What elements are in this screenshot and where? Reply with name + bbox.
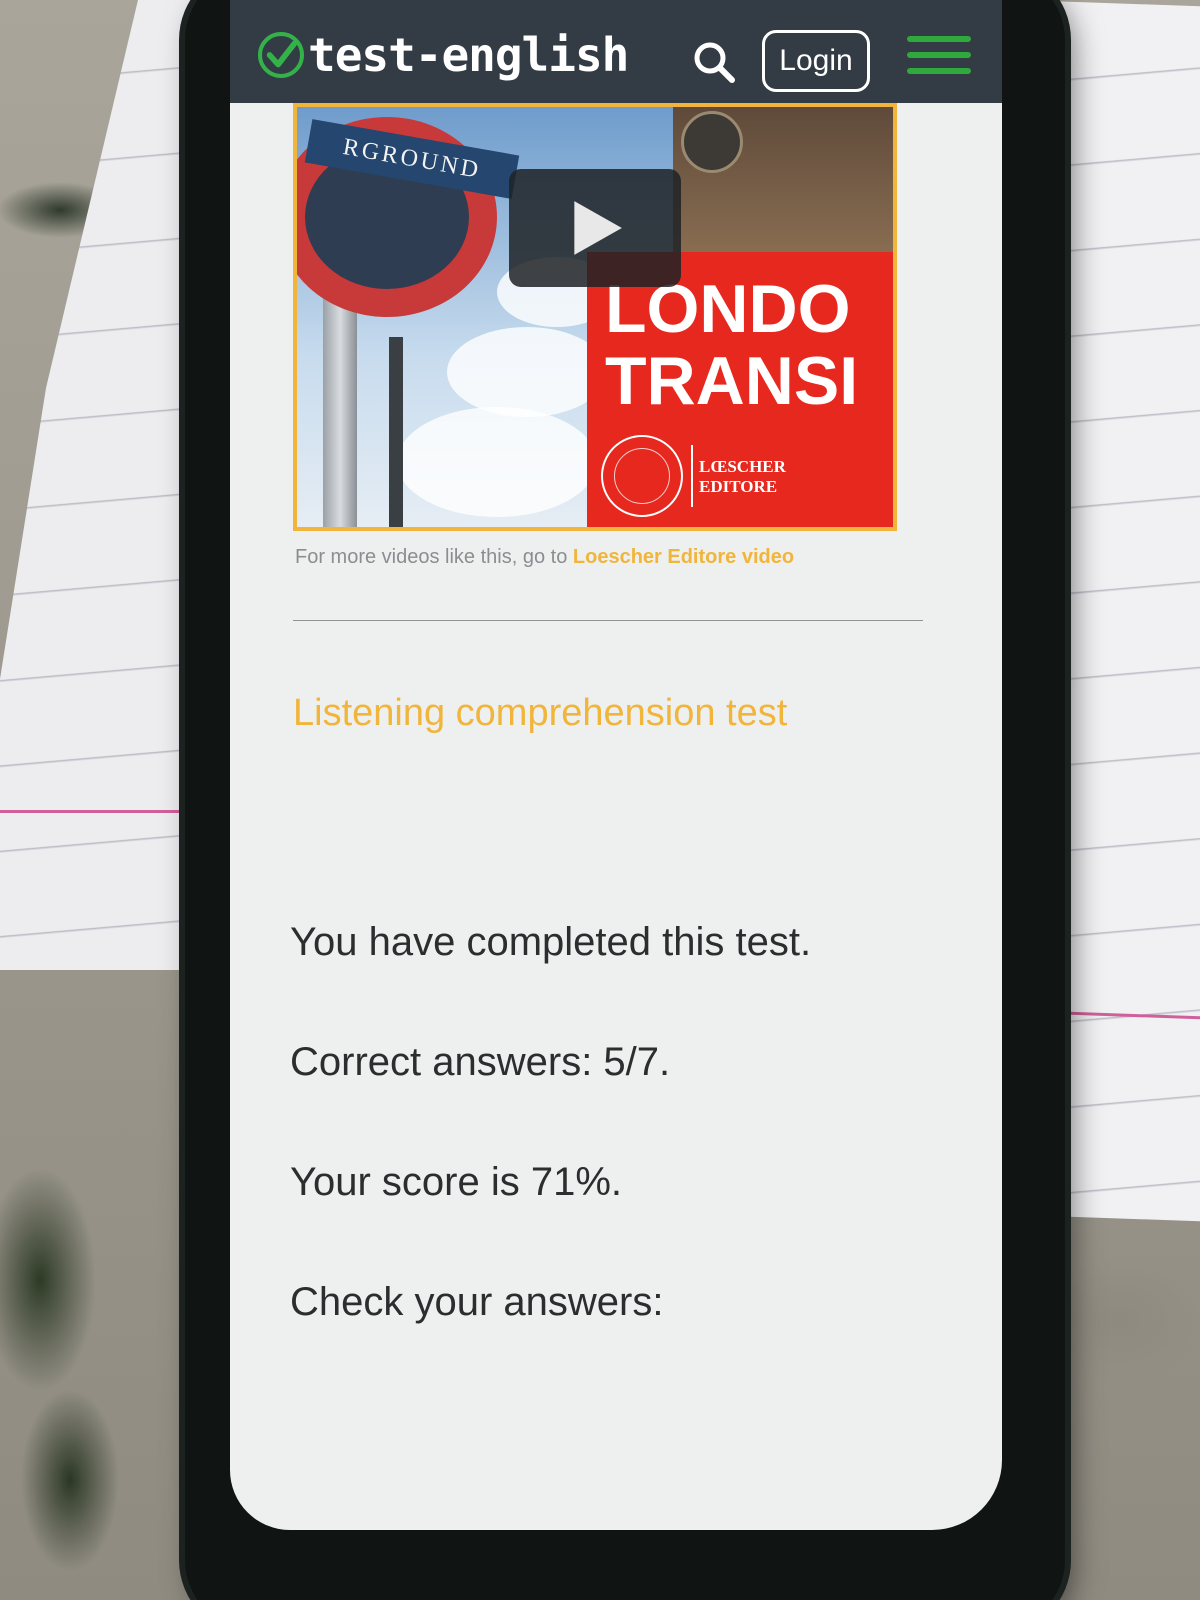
section-title: Listening comprehension test [293,692,788,734]
hamburger-menu-icon[interactable] [907,36,971,86]
publisher-seal-icon [601,435,683,517]
loescher-video-link[interactable]: Loescher Editore video [573,546,794,568]
clock-image [681,111,743,173]
site-logo[interactable]: test-english [258,28,629,82]
video-title-line-2: TRANSI [605,343,859,419]
search-icon[interactable] [690,38,738,86]
video-thumbnail[interactable]: RGROUND LONDO TRANSI LŒSCHER EDITORE [293,103,897,531]
lamp-pole [389,337,403,527]
publisher-name: LŒSCHER EDITORE [699,457,786,496]
login-button[interactable]: Login [762,30,870,92]
more-videos-text: For more videos like this, go to Loesche… [295,546,795,568]
sign-pole [323,277,357,527]
screen: test-english Login RGROUND LONDO TRANSI … [230,0,1002,1530]
phone: test-english Login RGROUND LONDO TRANSI … [185,0,1065,1600]
correct-answers: Correct answers: 5/7. [290,1040,671,1084]
divider [293,620,923,621]
play-button[interactable] [509,169,681,287]
play-icon [574,201,622,255]
check-answers-label: Check your answers: [290,1280,664,1324]
site-header: test-english Login [230,0,1002,103]
completed-message: You have completed this test. [290,920,812,964]
score-text: Your score is 71%. [290,1160,623,1204]
logo-text: test-english [308,28,629,82]
check-icon [258,32,304,78]
